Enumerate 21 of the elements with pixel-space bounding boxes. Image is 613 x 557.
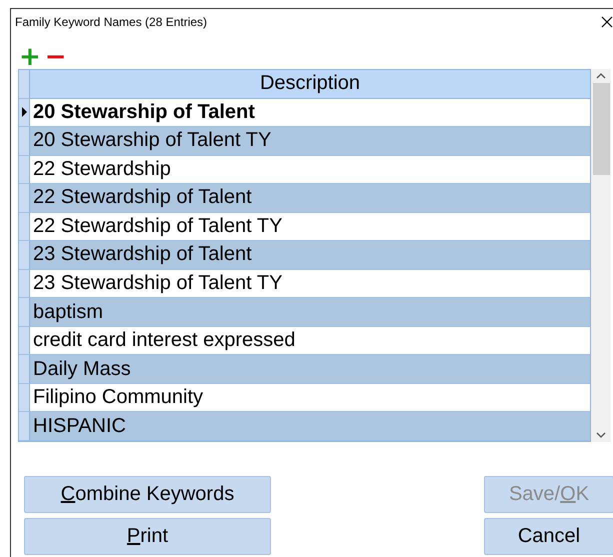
- table-cell[interactable]: 23 Stewardship of Talent: [30, 241, 590, 270]
- table-cell[interactable]: HISPANIC: [30, 412, 590, 441]
- scroll-thumb[interactable]: [592, 83, 610, 175]
- table-cell[interactable]: 22 Stewardship of Talent TY: [30, 212, 590, 242]
- action-button[interactable]: Cancel: [484, 518, 613, 555]
- table-cell[interactable]: Daily Mass: [30, 355, 590, 384]
- remove-button[interactable]: −: [44, 47, 67, 67]
- action-button[interactable]: Print: [24, 518, 271, 555]
- table-cell[interactable]: 22 Stewardship: [30, 156, 590, 184]
- scrollbar[interactable]: [591, 69, 611, 442]
- table-cell[interactable]: 20 Stewarship of Talent: [30, 98, 590, 128]
- window-title: Family Keyword Names (28 Entries): [15, 15, 208, 29]
- column-header[interactable]: Description: [30, 70, 590, 99]
- row-header[interactable]: [19, 98, 30, 128]
- table-cell[interactable]: 23 Stewardship of Talent TY: [30, 270, 590, 298]
- close-icon[interactable]: [601, 16, 613, 28]
- table-cell[interactable]: 22 Stewardship of Talent: [30, 184, 590, 213]
- action-button[interactable]: Combine Keywords: [24, 476, 271, 513]
- table-cell[interactable]: 20 Stewarship of Talent TY: [30, 127, 590, 156]
- table-cell[interactable]: baptism: [30, 298, 590, 327]
- row-pointer-icon: [22, 107, 26, 118]
